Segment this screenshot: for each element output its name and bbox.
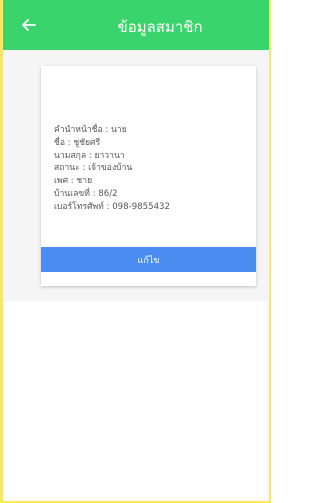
member-info-card: คำนำหน้าชื่อ : นาย ชื่อ : ชูชัยศรี นามสก… <box>41 66 256 286</box>
status-line: สถานะ : เจ้าของบ้าน <box>54 163 133 174</box>
title-prefix-line: คำนำหน้าชื่อ : นาย <box>54 125 127 135</box>
edit-button[interactable]: แก้ไข <box>41 247 256 272</box>
last-name-line: นามสกุล : ยาวานา <box>54 150 125 161</box>
page-title: ข้อมูลสมาชิก <box>117 18 203 36</box>
main-content: คำนำหน้าชื่อ : นาย ชื่อ : ชูชัยศรี นามสก… <box>3 50 269 501</box>
mobile-screen: ข้อมูลสมาชิก คำนำหน้าชื่อ : นาย ชื่อ : ช… <box>0 0 271 503</box>
gender-line: เพศ : ชาย <box>54 176 93 187</box>
phone-number-line: เบอร์โทรศัพท์ : 098-9855432 <box>54 201 170 212</box>
empty-panel <box>3 301 267 501</box>
member-info: คำนำหน้าชื่อ : นาย ชื่อ : ชูชัยศรี นามสก… <box>54 124 170 214</box>
first-name-line: ชื่อ : ชูชัยศรี <box>54 137 101 148</box>
house-number-line: บ้านเลขที่ : 86/2 <box>54 188 118 199</box>
app-bar: ข้อมูลสมาชิก <box>3 0 269 50</box>
